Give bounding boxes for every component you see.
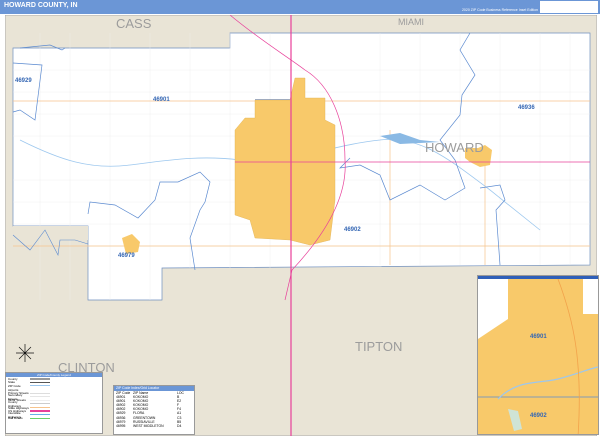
map-legend: ZIP Code/County Legend County State ZIP … xyxy=(5,372,103,434)
publisher-logo xyxy=(540,1,598,13)
inset-zip-label-46902: 46902 xyxy=(530,413,547,419)
zip-label-46936: 46936 xyxy=(518,105,535,111)
kokomo-inset-map[interactable]: 46901 46902 xyxy=(477,275,599,435)
county-label: HOWARD xyxy=(425,140,484,155)
zip-label-46929: 46929 xyxy=(15,78,32,84)
neighbor-label-miami: MIAMI xyxy=(398,17,424,27)
legend-item: Rail Roads xyxy=(6,416,102,420)
zip-label-46902: 46902 xyxy=(344,227,361,233)
inset-zip-label-46901: 46901 xyxy=(530,334,547,340)
neighbor-label-cass: CASS xyxy=(116,16,152,31)
zip-label-46901: 46901 xyxy=(153,97,170,103)
neighbor-label-tipton: TIPTON xyxy=(355,339,403,354)
header-bar: HOWARD COUNTY, IN 2020 ZIP Code Business… xyxy=(0,0,600,14)
map-title: HOWARD COUNTY, IN xyxy=(4,2,78,9)
edition-label: 2020 ZIP Code Business Reference Inset E… xyxy=(461,8,538,12)
table-row: 46995 WEST MIDDLETON D4 xyxy=(116,424,182,428)
zip-index-table: ZIP Code Index/Grid Locator ZIP Code ZIP … xyxy=(113,385,195,435)
zip-label-46979: 46979 xyxy=(118,253,135,259)
